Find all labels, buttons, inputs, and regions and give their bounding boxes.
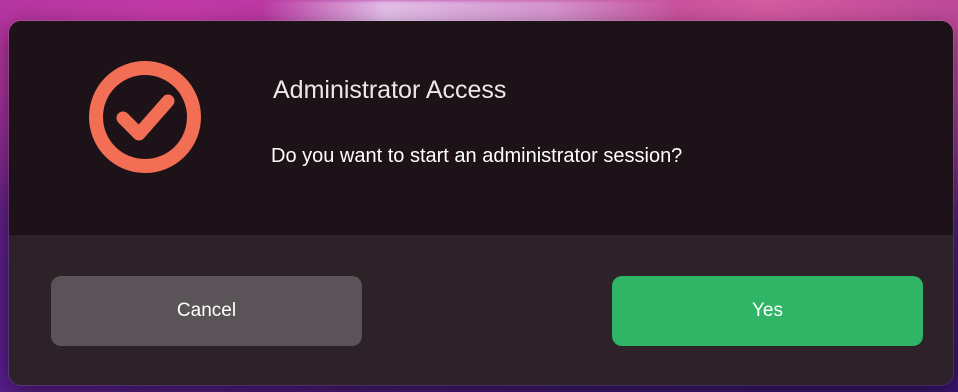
dialog-content-area: Administrator Access Do you want to star… — [9, 21, 953, 235]
cancel-button[interactable]: Cancel — [51, 276, 362, 346]
dialog-message: Do you want to start an administrator se… — [271, 145, 683, 167]
yes-button[interactable]: Yes — [612, 276, 923, 346]
administrator-access-dialog: Administrator Access Do you want to star… — [9, 21, 953, 385]
dialog-title: Administrator Access — [273, 76, 507, 104]
checkmark-circle-icon — [87, 59, 203, 175]
